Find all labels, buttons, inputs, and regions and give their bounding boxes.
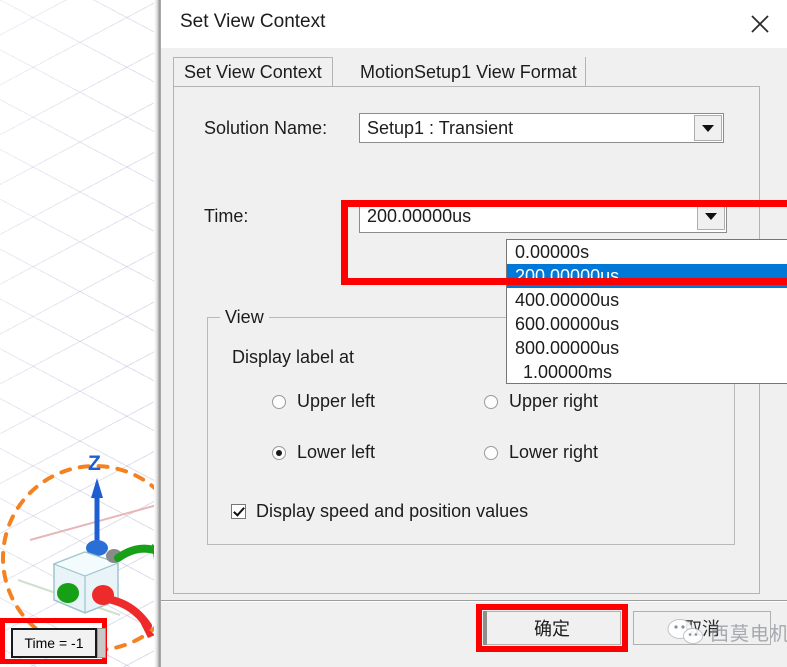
cancel-button[interactable]: 取消: [633, 611, 771, 645]
radio-indicator: [272, 445, 286, 460]
dropdown-option[interactable]: 0.00000s: [507, 240, 787, 264]
radio-upper-right[interactable]: Upper right: [484, 391, 598, 412]
dropdown-option[interactable]: 600.00000us: [507, 312, 787, 336]
checkbox-label: Display speed and position values: [256, 501, 529, 521]
z-axis-arrowhead: [91, 478, 103, 498]
dropdown-option[interactable]: 400.00000us: [507, 288, 787, 312]
tab-label: Set View Context: [184, 62, 322, 82]
solution-name-label: Solution Name:: [204, 118, 328, 138]
time-dropdown-list[interactable]: 0.00000s 200.00000us 400.00000us 600.000…: [506, 239, 787, 384]
radio-lower-right[interactable]: Lower right: [484, 442, 598, 463]
footer-separator: [161, 600, 787, 602]
cancel-button-label: 取消: [684, 619, 720, 639]
dropdown-option[interactable]: 800.00000us: [507, 336, 787, 360]
chevron-down-icon[interactable]: [697, 203, 725, 230]
dropdown-option[interactable]: 1.00000ms: [507, 360, 787, 384]
close-icon[interactable]: [733, 0, 787, 48]
time-label: Time:: [204, 206, 249, 226]
ok-button[interactable]: 确定: [483, 611, 621, 645]
radio-label: Lower left: [297, 442, 376, 462]
3d-viewport[interactable]: Z: [0, 0, 160, 667]
radio-lower-left[interactable]: Lower left: [272, 442, 375, 463]
solution-name-select[interactable]: Setup1 : Transient: [359, 113, 724, 143]
display-label-at-label: Display label at: [232, 347, 355, 367]
tab-set-view-context[interactable]: Set View Context: [173, 57, 333, 87]
screenshot-root: Z Time = -1 Set View Context Set View Co…: [0, 0, 787, 667]
time-value-label: Time = -1: [11, 628, 97, 658]
time-select[interactable]: 200.00000us: [359, 200, 727, 233]
radio-label: Lower right: [509, 442, 599, 462]
chevron-down-icon[interactable]: [694, 115, 722, 141]
tab-strip: Set View Context MotionSetup1 View Forma…: [173, 57, 773, 87]
set-view-context-dialog: Set View Context Set View Context Motion…: [160, 0, 787, 667]
y-axis-handle: [57, 583, 79, 603]
radio-indicator: [484, 445, 498, 460]
tab-motionsetup1-view-format[interactable]: MotionSetup1 View Format: [350, 57, 586, 87]
radio-indicator: [484, 394, 498, 409]
time-value-highlight-box: Time = -1: [0, 618, 107, 664]
dialog-titlebar: Set View Context: [161, 0, 787, 48]
dropdown-option-selected[interactable]: 200.00000us: [507, 264, 787, 288]
solution-name-value: Setup1 : Transient: [367, 117, 514, 138]
ok-button-label: 确定: [534, 619, 570, 639]
checkbox-indicator: [231, 504, 246, 519]
checkbox-display-speed-position[interactable]: Display speed and position values: [231, 501, 528, 522]
z-axis-label: Z: [88, 452, 101, 475]
red-axis-arrow: [108, 596, 152, 630]
view-groupbox-legend: View: [220, 307, 269, 328]
radio-label: Upper left: [297, 391, 376, 411]
radio-upper-left[interactable]: Upper left: [272, 391, 375, 412]
radio-indicator: [272, 394, 286, 409]
time-label-scrollbar[interactable]: [97, 628, 106, 658]
time-value: 200.00000us: [367, 206, 472, 226]
dialog-title: Set View Context: [180, 11, 326, 32]
radio-label: Upper right: [509, 391, 599, 411]
tab-label: MotionSetup1 View Format: [360, 61, 577, 82]
